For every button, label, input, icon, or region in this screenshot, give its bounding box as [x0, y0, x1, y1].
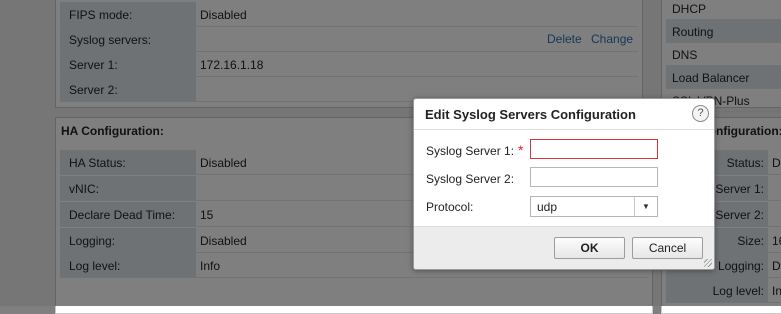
protocol-select[interactable]: udp ▼ [530, 196, 658, 217]
chevron-down-icon[interactable]: ▼ [634, 197, 657, 216]
dialog-footer: OK Cancel [414, 226, 714, 269]
syslog-server2-label: Syslog Server 2: [426, 172, 515, 186]
syslog-server2-input[interactable] [530, 167, 658, 187]
required-asterisk: * [518, 142, 524, 158]
ok-button[interactable]: OK [554, 237, 625, 259]
protocol-label: Protocol: [426, 200, 474, 214]
help-icon[interactable]: ? [692, 105, 709, 122]
dialog-divider [414, 129, 714, 130]
syslog-server1-label: Syslog Server 1: [426, 144, 515, 158]
resize-grip-icon[interactable] [704, 259, 712, 267]
protocol-select-value: udp [537, 200, 558, 214]
syslog-server1-input[interactable] [530, 139, 658, 159]
edit-syslog-dialog: Edit Syslog Servers Configuration ? Sysl… [413, 98, 715, 270]
cancel-button[interactable]: Cancel [632, 237, 703, 259]
dialog-title: Edit Syslog Servers Configuration [425, 107, 636, 122]
